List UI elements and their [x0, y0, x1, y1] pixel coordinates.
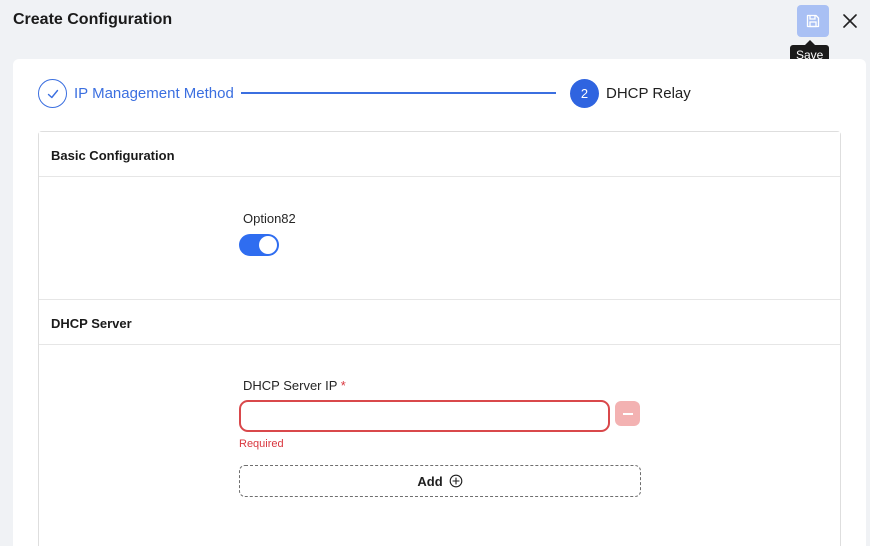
- option82-toggle[interactable]: [239, 234, 279, 256]
- close-button[interactable]: [840, 11, 860, 31]
- add-button-label: Add: [417, 473, 443, 489]
- config-form: Basic Configuration Option82 DHCP Server…: [38, 131, 841, 546]
- dhcp-server-ip-label-text: DHCP Server IP: [243, 378, 338, 393]
- add-server-button[interactable]: Add: [239, 465, 641, 497]
- dialog-header: Create Configuration Save: [0, 0, 870, 66]
- close-icon: [843, 14, 857, 28]
- step-connector: [241, 92, 556, 94]
- plus-circle-icon: [449, 474, 462, 488]
- toggle-knob: [259, 236, 277, 254]
- check-icon: [47, 89, 58, 98]
- remove-server-button[interactable]: [615, 401, 640, 426]
- step-1-label[interactable]: IP Management Method: [74, 85, 234, 102]
- ip-error-message: Required: [239, 438, 284, 450]
- dhcp-server-title: DHCP Server: [51, 316, 132, 331]
- step-2-indicator[interactable]: 2: [570, 79, 599, 108]
- dhcp-server-ip-input[interactable]: [239, 400, 610, 432]
- basic-config-header: Basic Configuration: [39, 132, 840, 177]
- required-mark: *: [340, 378, 346, 393]
- basic-config-title: Basic Configuration: [51, 148, 175, 163]
- step-1-indicator[interactable]: [38, 79, 67, 108]
- dhcp-server-ip-label: DHCP Server IP *: [243, 378, 346, 393]
- minus-icon: [622, 412, 633, 415]
- step-2-label[interactable]: DHCP Relay: [606, 85, 691, 102]
- save-icon: [806, 14, 820, 28]
- dialog-title: Create Configuration: [13, 11, 173, 28]
- dhcp-server-header: DHCP Server: [39, 300, 840, 345]
- option82-label: Option82: [243, 211, 296, 226]
- save-button[interactable]: [797, 5, 829, 37]
